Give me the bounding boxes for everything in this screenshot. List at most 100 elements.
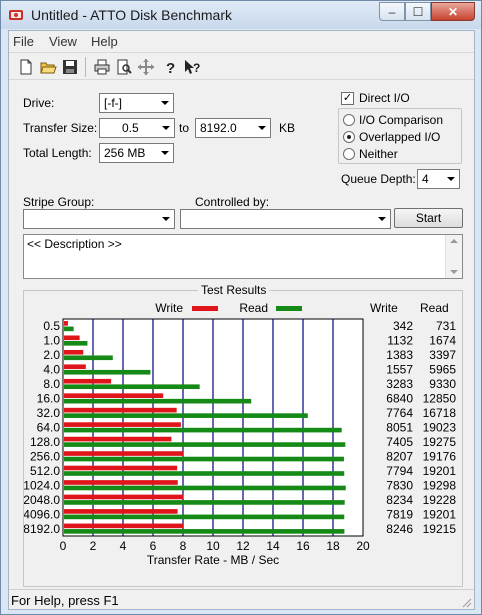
write-value: 342 xyxy=(393,319,413,333)
legend-write-swatch xyxy=(192,306,218,311)
write-value: 1132 xyxy=(387,334,413,348)
menu-file[interactable]: File xyxy=(13,34,34,49)
category-label: 2048.0 xyxy=(24,493,60,507)
new-button[interactable] xyxy=(15,56,37,78)
chevron-down-icon[interactable] xyxy=(373,210,390,228)
help-button[interactable]: ? xyxy=(159,56,181,78)
transfer-to-select[interactable]: 8192.0 xyxy=(195,118,271,138)
title-bar[interactable]: Untitled - ATTO Disk Benchmark – ☐ ✕ xyxy=(1,1,481,29)
category-label: 4.0 xyxy=(43,363,60,377)
legend-read-label: Read xyxy=(239,301,268,315)
start-button[interactable]: Start xyxy=(394,208,463,228)
overlapped-io-label: Overlapped I/O xyxy=(359,130,441,144)
chevron-down-icon[interactable] xyxy=(157,210,174,228)
description-scrollbar[interactable] xyxy=(445,235,462,278)
to-label: to xyxy=(179,121,190,135)
read-bar xyxy=(64,442,346,447)
menu-bar: File View Help xyxy=(9,31,474,51)
category-label: 256.0 xyxy=(30,449,60,463)
write-bar xyxy=(64,509,178,514)
toolbar: ? ? xyxy=(9,52,474,80)
read-bar xyxy=(64,413,308,418)
app-window: Untitled - ATTO Disk Benchmark – ☐ ✕ Fil… xyxy=(0,0,482,615)
x-tick-label: 20 xyxy=(356,539,370,553)
stripe-group-select[interactable] xyxy=(23,209,175,229)
read-value: 3397 xyxy=(429,348,456,362)
open-folder-icon xyxy=(40,62,57,74)
app-logo-icon xyxy=(9,10,23,20)
maximize-button[interactable]: ☐ xyxy=(405,2,431,21)
transfer-from-select[interactable]: 0.5 xyxy=(99,118,175,138)
read-value: 19201 xyxy=(423,464,457,478)
direct-io-checkbox[interactable]: ✓ xyxy=(341,92,354,105)
open-button[interactable] xyxy=(37,56,59,78)
test-results-panel: Test Results Write Read Write Read 0 2 4 6 8 10… xyxy=(23,283,463,587)
write-bar xyxy=(64,451,184,456)
read-value: 9330 xyxy=(429,377,456,391)
write-value: 7405 xyxy=(386,435,413,449)
read-value: 19298 xyxy=(423,478,457,492)
overlapped-io-radio[interactable] xyxy=(343,131,355,143)
window-title: Untitled - ATTO Disk Benchmark xyxy=(31,7,232,23)
x-tick-label: 8 xyxy=(180,539,187,553)
queue-depth-value: 4 xyxy=(422,172,429,186)
context-help-button[interactable]: ? xyxy=(181,56,203,78)
print-preview-button[interactable] xyxy=(113,56,135,78)
drive-select[interactable]: [-f-] xyxy=(99,93,174,113)
neither-label: Neither xyxy=(359,147,398,161)
print-button[interactable] xyxy=(91,56,113,78)
queue-depth-select[interactable]: 4 xyxy=(417,169,460,189)
x-tick-label: 14 xyxy=(266,539,280,553)
x-tick-label: 6 xyxy=(150,539,157,553)
context-help-icon: ? xyxy=(185,60,200,75)
legend-write-label: Write xyxy=(155,301,183,315)
read-value: 16718 xyxy=(423,406,457,420)
total-length-select[interactable]: 256 MB xyxy=(99,143,174,163)
chevron-down-icon[interactable] xyxy=(253,119,270,137)
window-controls: – ☐ ✕ xyxy=(379,2,475,21)
controlled-by-select[interactable] xyxy=(180,209,391,229)
chevron-down-icon[interactable] xyxy=(156,144,173,162)
category-label: 64.0 xyxy=(37,421,61,435)
status-bar: For Help, press F1 xyxy=(9,589,474,610)
x-tick-label: 16 xyxy=(296,539,310,553)
category-label: 8.0 xyxy=(43,377,60,391)
write-value: 6840 xyxy=(386,392,413,406)
toolbar-separator xyxy=(85,57,86,77)
write-bar xyxy=(64,422,181,427)
move-cross-icon xyxy=(138,59,154,75)
menu-help[interactable]: Help xyxy=(91,34,118,49)
read-value: 19228 xyxy=(423,493,457,507)
write-value: 7764 xyxy=(386,406,413,420)
io-comparison-radio[interactable] xyxy=(343,114,355,126)
read-bar xyxy=(64,398,252,404)
write-bar xyxy=(64,321,68,326)
resize-grip-icon[interactable] xyxy=(460,596,472,608)
write-value: 7830 xyxy=(386,478,413,492)
chevron-down-icon[interactable] xyxy=(157,119,174,137)
read-bar xyxy=(64,427,342,433)
legend-read-swatch xyxy=(276,306,302,311)
neither-radio[interactable] xyxy=(343,148,355,160)
close-button[interactable]: ✕ xyxy=(431,2,475,21)
x-tick-label: 18 xyxy=(326,539,340,553)
minimize-button[interactable]: – xyxy=(379,2,405,21)
save-button[interactable] xyxy=(59,56,81,78)
description-text: << Description >> xyxy=(27,237,122,251)
kb-label: KB xyxy=(279,121,296,135)
write-bar xyxy=(64,335,80,341)
io-comparison-label: I/O Comparison xyxy=(359,113,444,127)
write-value: 7794 xyxy=(386,464,413,478)
chevron-down-icon[interactable] xyxy=(156,94,173,112)
queue-depth-label: Queue Depth: xyxy=(341,172,416,186)
menu-view[interactable]: View xyxy=(49,34,77,49)
read-bar xyxy=(64,369,151,375)
drive-value: [-f-] xyxy=(104,96,122,110)
write-value: 1557 xyxy=(386,363,413,377)
chevron-down-icon[interactable] xyxy=(442,170,459,188)
stripe-group-label: Stripe Group: xyxy=(23,195,95,209)
move-button[interactable] xyxy=(135,56,157,78)
description-box[interactable]: << Description >> xyxy=(23,234,463,279)
category-label: 16.0 xyxy=(37,392,61,406)
category-label: 1024.0 xyxy=(24,478,60,492)
